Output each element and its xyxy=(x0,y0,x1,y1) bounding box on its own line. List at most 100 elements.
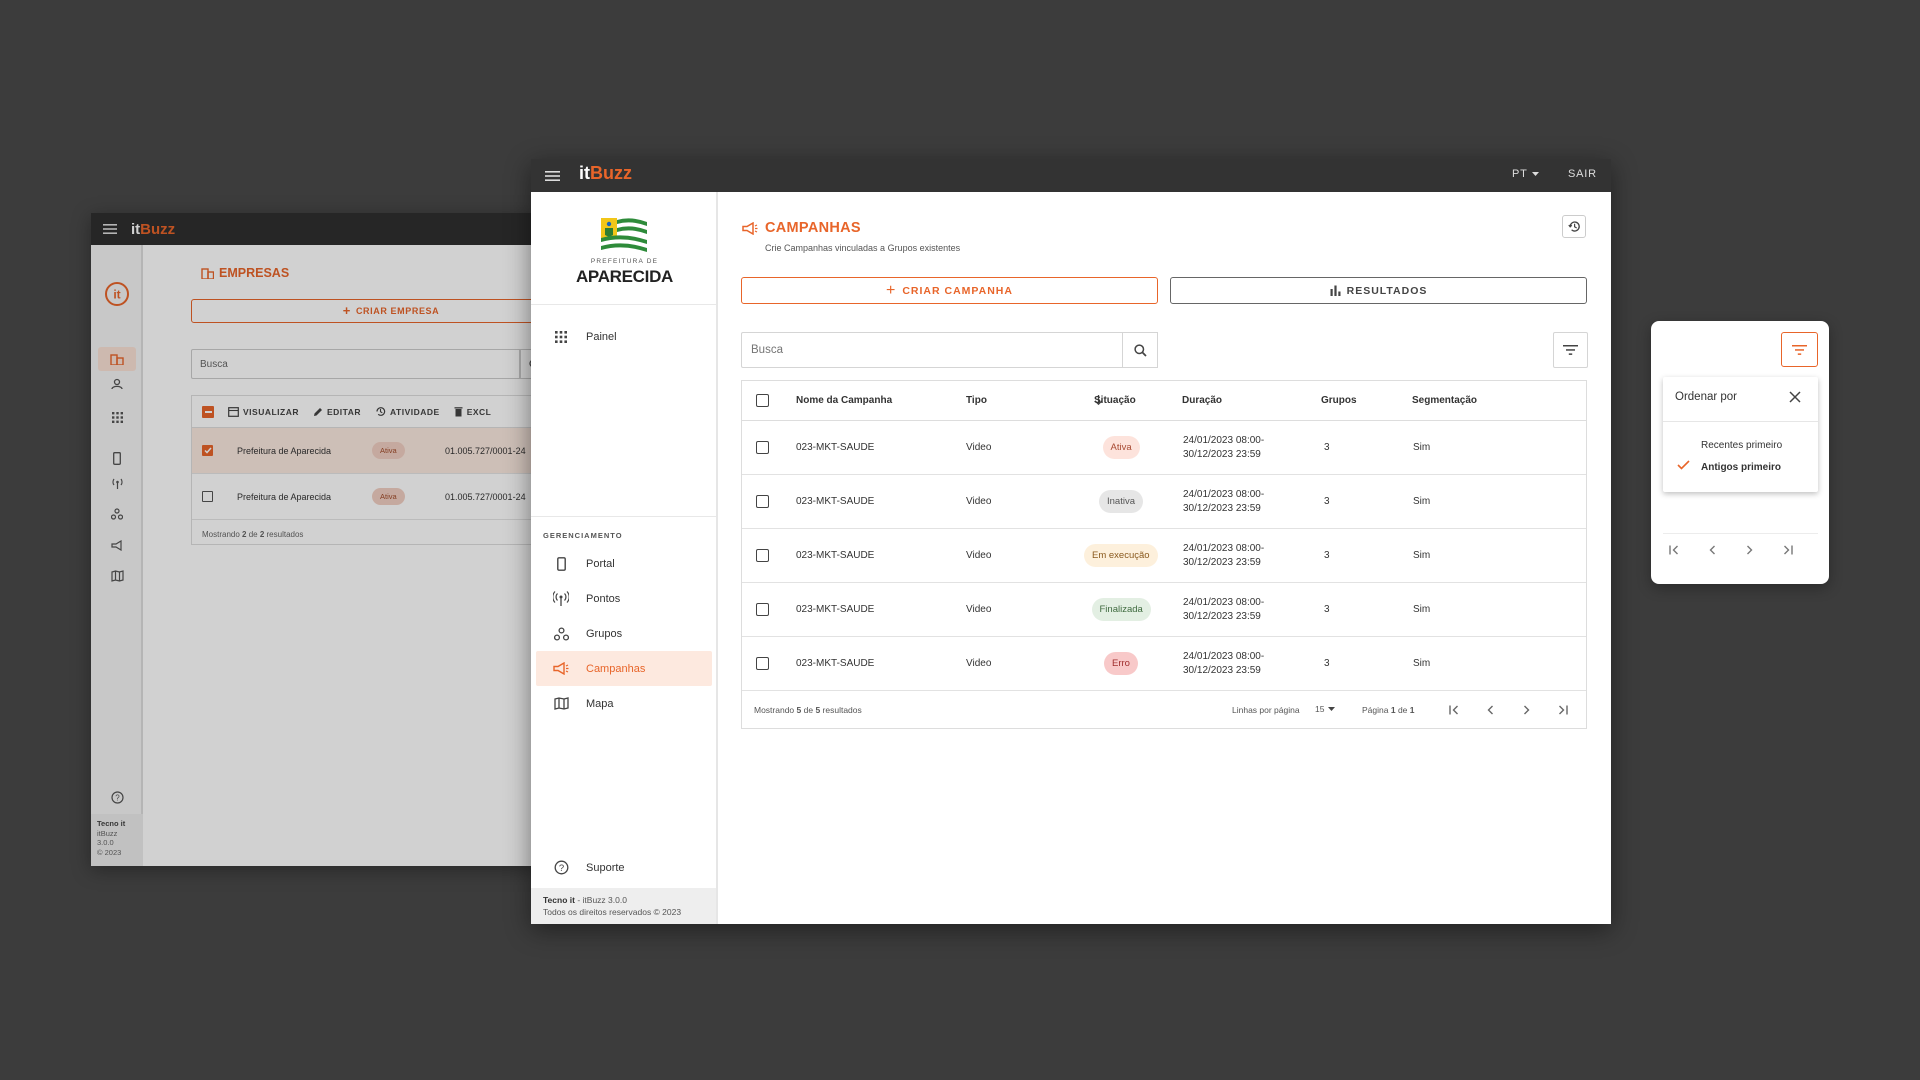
row-checkbox[interactable] xyxy=(756,495,769,508)
footer-company: Tecno it xyxy=(543,895,575,905)
bg-footer-prefix: Mostrando xyxy=(202,530,243,539)
last-page-button[interactable] xyxy=(1553,701,1571,719)
bg-rail-help-icon[interactable]: ? xyxy=(98,785,136,809)
bg-table-row[interactable]: Prefeitura de Aparecida Ativa 01.005.727… xyxy=(192,428,541,474)
bg-edit-button[interactable]: EDITAR xyxy=(313,407,361,417)
column-header-name[interactable]: Nome da Campanha xyxy=(796,395,892,406)
brand-logo[interactable]: itBuzz xyxy=(579,163,632,184)
previous-page-button[interactable] xyxy=(1703,541,1721,559)
close-button[interactable] xyxy=(1789,391,1803,405)
filter-button[interactable] xyxy=(1553,332,1588,368)
bg-delete-button[interactable]: EXCL xyxy=(454,406,492,417)
sidebar-item-suporte[interactable]: ? Suporte xyxy=(536,850,712,885)
row-checkbox[interactable] xyxy=(756,603,769,616)
campaign-name: 023-MKT-SAUDE xyxy=(796,658,875,669)
search-button[interactable] xyxy=(1122,332,1158,368)
create-campaign-button[interactable]: + CRIAR CAMPANHA xyxy=(741,277,1158,304)
bg-table-row[interactable]: Prefeitura de Aparecida Ativa 01.005.727… xyxy=(192,474,541,520)
bg-row-name: Prefeitura de Aparecida xyxy=(237,445,332,456)
row-checkbox[interactable] xyxy=(756,441,769,454)
bg-search-input[interactable]: Busca xyxy=(191,349,521,379)
next-page-button[interactable] xyxy=(1740,541,1758,559)
bg-rail-companies-icon[interactable] xyxy=(98,347,136,371)
bg-rail-footer: Tecno it itBuzz 3.0.0 © 2023 xyxy=(91,814,143,866)
table-row[interactable]: 023-MKT-SAUDE Video Erro 24/01/2023 08:00- 3… xyxy=(742,637,1586,691)
logout-button[interactable]: SAIR xyxy=(1568,168,1597,180)
campaign-name: 023-MKT-SAUDE xyxy=(796,604,875,615)
results-count: Mostrando 5 de 5 resultados xyxy=(754,705,862,715)
table-row[interactable]: 023-MKT-SAUDE Video Finalizada 24/01/2023 0… xyxy=(742,583,1586,637)
menu-button[interactable] xyxy=(543,167,561,185)
bg-create-company-button[interactable]: + CRIAR EMPRESA xyxy=(191,299,541,323)
sidebar-item-grupos[interactable]: Grupos xyxy=(536,616,712,651)
sidebar-item-mapa[interactable]: Mapa xyxy=(536,686,712,721)
bg-rail-user-icon[interactable] xyxy=(98,372,136,396)
filter-button-active[interactable] xyxy=(1781,332,1818,367)
bg-row-name: Prefeitura de Aparecida xyxy=(237,491,332,502)
bg-rail-groups-icon[interactable] xyxy=(98,502,136,526)
duration-end: 30/12/2023 23:59 xyxy=(1183,449,1261,460)
column-header-type[interactable]: Tipo xyxy=(966,395,987,406)
results-suffix: resultados xyxy=(820,705,862,715)
column-header-groups[interactable]: Grupos xyxy=(1321,395,1357,406)
next-page-button[interactable] xyxy=(1517,701,1535,719)
bg-select-all-checkbox[interactable] xyxy=(202,405,214,418)
duration-end: 30/12/2023 23:59 xyxy=(1183,503,1261,514)
sidebar-item-campanhas[interactable]: Campanhas xyxy=(536,651,712,686)
column-header-duration[interactable]: Duração xyxy=(1182,395,1222,406)
organization-logo: PREFEITURA DE APARECIDA xyxy=(531,192,716,305)
table-row[interactable]: 023-MKT-SAUDE Video Em execução 24/01/2023 … xyxy=(742,529,1586,583)
panel-divider xyxy=(1663,533,1818,534)
sort-option-oldest[interactable]: Antigos primeiro xyxy=(1701,462,1781,473)
table-footer: Mostrando 5 de 5 resultados Linhas por p… xyxy=(742,691,1586,729)
column-header-status[interactable]: Situação xyxy=(1094,395,1136,406)
duration-end: 30/12/2023 23:59 xyxy=(1183,611,1261,622)
campaign-segmentation: Sim xyxy=(1413,550,1431,561)
sidebar-item-label: Grupos xyxy=(586,627,623,640)
table-row[interactable]: 023-MKT-SAUDE Video Inativa 24/01/2023 08:0… xyxy=(742,475,1586,529)
last-page-icon xyxy=(1558,705,1568,715)
bg-trash-icon xyxy=(454,407,463,417)
row-checkbox[interactable] xyxy=(756,657,769,670)
bg-brand-part1: it xyxy=(131,220,141,238)
bg-rail-megaphone-icon[interactable] xyxy=(98,533,136,557)
last-page-button[interactable] xyxy=(1778,541,1796,559)
first-page-button[interactable] xyxy=(1665,541,1683,559)
search-input[interactable] xyxy=(741,332,1123,368)
bar-chart-icon xyxy=(1330,285,1341,296)
campaign-groups: 3 xyxy=(1324,442,1330,453)
column-header-segmentation[interactable]: Segmentação xyxy=(1412,395,1477,406)
create-campaign-label: CRIAR CAMPANHA xyxy=(902,284,1013,297)
groups-icon xyxy=(536,626,586,641)
sort-option-recent[interactable]: Recentes primeiro xyxy=(1701,440,1782,451)
row-checkbox[interactable] xyxy=(756,549,769,562)
bg-rail-phone-icon[interactable] xyxy=(98,446,136,470)
filter-icon xyxy=(1563,345,1578,355)
status-badge: Erro xyxy=(1104,652,1138,675)
bg-view-button[interactable]: VISUALIZAR xyxy=(228,407,299,417)
bg-rail-grid-icon[interactable] xyxy=(98,405,136,429)
unchecked-icon xyxy=(756,657,769,670)
sidebar-item-pontos[interactable]: Pontos xyxy=(536,581,712,616)
language-selector[interactable]: PT xyxy=(1512,168,1539,180)
table-row[interactable]: 023-MKT-SAUDE Video Ativa 24/01/2023 08:00-… xyxy=(742,421,1586,475)
bg-rail-map-icon[interactable] xyxy=(98,564,136,588)
sidebar-item-label: Mapa xyxy=(586,697,614,710)
column-header-status-label: Situação xyxy=(1094,394,1136,406)
sidebar-item-portal[interactable]: Portal xyxy=(536,546,712,581)
history-button[interactable] xyxy=(1562,215,1586,238)
bg-icon-rail: it ? Tecno it itBuzz 3.0.0 © 2023 xyxy=(91,245,143,866)
bg-rail-antenna-icon[interactable] xyxy=(98,471,136,495)
first-page-button[interactable] xyxy=(1445,701,1463,719)
bg-row-checkbox[interactable] xyxy=(202,445,213,456)
results-button[interactable]: RESULTADOS xyxy=(1170,277,1587,304)
sidebar-item-painel[interactable]: Painel xyxy=(536,319,712,354)
sidebar-item-label: Suporte xyxy=(586,861,625,874)
bg-activity-button[interactable]: ATIVIDADE xyxy=(375,406,440,417)
status-badge: Em execução xyxy=(1084,544,1158,567)
bg-menu-icon[interactable] xyxy=(103,223,117,235)
unchecked-icon xyxy=(756,549,769,562)
bg-row-checkbox[interactable] xyxy=(202,491,213,502)
previous-page-button[interactable] xyxy=(1481,701,1499,719)
rows-per-page-select[interactable]: 15 xyxy=(1315,704,1336,714)
